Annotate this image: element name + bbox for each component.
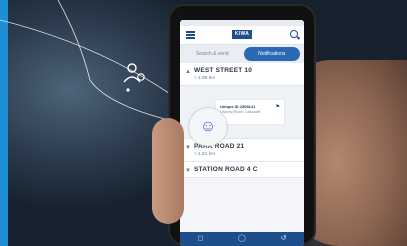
location-name: STATION ROAD 4 C <box>194 166 258 173</box>
flag-icon[interactable]: ⚑ <box>276 104 280 110</box>
thumb <box>152 118 184 224</box>
app-logo: KIWA <box>232 30 252 39</box>
pin-icon: ○ <box>194 75 198 81</box>
location-item[interactable]: ▼ STATION ROAD 4 C <box>180 162 304 178</box>
chevron-down-icon: ▼ <box>185 145 191 151</box>
location-name: WEST STREET 10 <box>194 67 253 74</box>
pin-icon: ○ <box>194 151 198 157</box>
chevron-up-icon: ▲ <box>185 69 191 75</box>
location-distance: 1.98 km <box>198 76 216 81</box>
menu-icon[interactable] <box>186 31 195 39</box>
location-item[interactable]: ▲ WEST STREET 10 ○1.98 km <box>180 63 304 86</box>
device-status: Leaving Room 1 alkoovitt <box>220 110 261 114</box>
back-icon[interactable]: ↺ <box>281 232 287 246</box>
tab-search-send[interactable]: Search & send <box>184 47 241 61</box>
tab-notifications[interactable]: Notifications <box>243 47 300 61</box>
user-bubble: ☺ <box>189 108 227 146</box>
chevron-down-icon: ▼ <box>185 168 191 174</box>
device-card[interactable]: Unique ID 2308141 Leaving Room 1 alkoovi… <box>216 100 284 124</box>
tab-bar: Search & send Notifications <box>180 45 304 63</box>
location-distance: 1.81 km <box>198 152 216 157</box>
home-icon[interactable]: ◯ <box>238 232 246 246</box>
search-icon[interactable] <box>290 30 298 38</box>
app-header: KIWA <box>180 26 304 45</box>
user-icon <box>123 63 145 83</box>
device-name: Unique ID 2308141 <box>220 104 256 109</box>
bottom-nav: ◻ ◯ ↺ <box>180 232 304 246</box>
user-icon: ☺ <box>199 118 217 135</box>
square-icon[interactable]: ◻ <box>197 232 203 246</box>
